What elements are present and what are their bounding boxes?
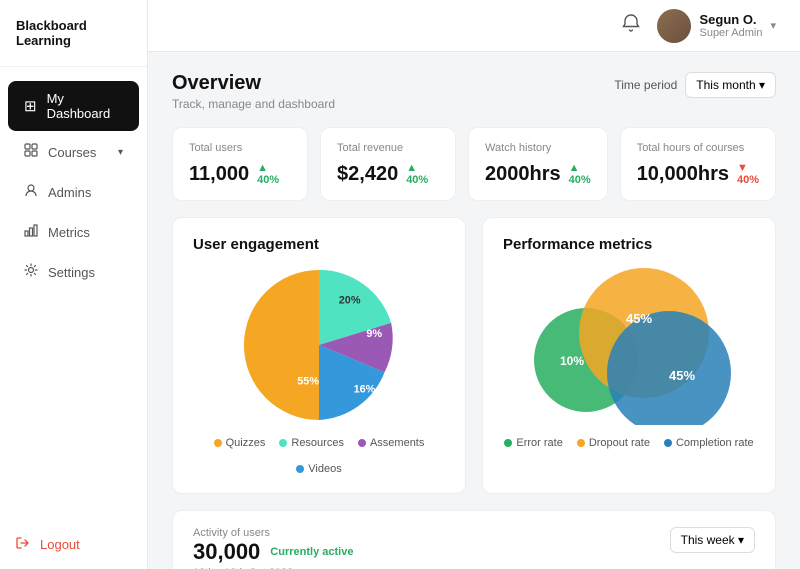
stat-badge: ▲ 40% xyxy=(406,162,439,186)
sidebar: Blackboard Learning ⊞ My Dashboard Cours… xyxy=(0,0,148,569)
sidebar-item-label: Admins xyxy=(48,185,91,200)
sidebar-item-admins[interactable]: Admins xyxy=(8,173,139,211)
activity-header: Activity of users 30,000 Currently activ… xyxy=(193,527,755,569)
user-name: Segun O. xyxy=(699,12,762,27)
logout-icon xyxy=(16,536,30,553)
time-period-button[interactable]: This month ▾ xyxy=(685,72,776,98)
stat-label: Total users xyxy=(189,142,291,154)
page-title: Overview xyxy=(172,72,335,95)
user-menu[interactable]: Segun O. Super Admin ▾ xyxy=(657,9,776,43)
legend-quizzes: Quizzes xyxy=(214,437,266,449)
legend-resources: Resources xyxy=(279,437,344,449)
legend-videos: Videos xyxy=(296,463,341,475)
metrics-icon xyxy=(24,223,38,241)
stat-card-watch-history: Watch history 2000hrs ▲ 40% xyxy=(468,127,608,201)
courses-icon xyxy=(24,143,38,161)
pie-chart-wrap: 55% 20% 9% 16% Quizzes Resources xyxy=(193,265,445,475)
pie-legend: Quizzes Resources Assements Videos xyxy=(193,437,445,475)
time-period-label: Time period xyxy=(614,78,677,92)
performance-metrics-card: Performance metrics 10% 45% 45% xyxy=(482,217,776,494)
venn-chart-wrap: 10% 45% 45% Error rate Dropout rate xyxy=(503,265,755,449)
logout-button[interactable]: Logout xyxy=(0,520,147,569)
legend-dropout-rate: Dropout rate xyxy=(577,437,650,449)
sidebar-item-dashboard[interactable]: ⊞ My Dashboard xyxy=(8,81,139,131)
svg-text:45%: 45% xyxy=(626,311,652,326)
chevron-down-icon: ▾ xyxy=(118,147,123,158)
pie-chart: 55% 20% 9% 16% xyxy=(239,265,399,425)
settings-icon xyxy=(24,263,38,281)
stat-card-total-users: Total users 11,000 ▲ 40% xyxy=(172,127,308,201)
dashboard-icon: ⊞ xyxy=(24,97,37,115)
legend-error-rate: Error rate xyxy=(504,437,562,449)
user-menu-chevron-icon: ▾ xyxy=(770,19,776,32)
admins-icon xyxy=(24,183,38,201)
svg-text:10%: 10% xyxy=(560,354,584,368)
activity-badge: Currently active xyxy=(270,546,353,558)
stat-card-revenue: Total revenue $2,420 ▲ 40% xyxy=(320,127,456,201)
page-subtitle: Track, manage and dashboard xyxy=(172,97,335,111)
svg-text:45%: 45% xyxy=(669,368,695,383)
sidebar-nav: ⊞ My Dashboard Courses ▾ Admins Metrics xyxy=(0,67,147,520)
stat-value: 11,000 xyxy=(189,163,249,186)
this-week-button[interactable]: This week ▾ xyxy=(670,527,755,553)
activity-section: Activity of users 30,000 Currently activ… xyxy=(172,510,776,569)
topbar: Segun O. Super Admin ▾ xyxy=(148,0,800,52)
sidebar-item-label: Courses xyxy=(48,145,96,160)
charts-row: User engagement xyxy=(172,217,776,494)
svg-text:55%: 55% xyxy=(297,376,319,388)
venn-diagram: 10% 45% 45% xyxy=(514,265,744,425)
sidebar-item-settings[interactable]: Settings xyxy=(8,253,139,291)
sidebar-item-metrics[interactable]: Metrics xyxy=(8,213,139,251)
page-content: Overview Track, manage and dashboard Tim… xyxy=(148,52,800,569)
main-content: Segun O. Super Admin ▾ Overview Track, m… xyxy=(148,0,800,569)
stat-cards: Total users 11,000 ▲ 40% Total revenue $… xyxy=(172,127,776,201)
notification-bell-icon[interactable] xyxy=(621,13,641,38)
activity-meta: Activity of users xyxy=(193,527,353,539)
svg-text:9%: 9% xyxy=(366,328,382,340)
stat-value: 10,000hrs xyxy=(637,163,729,186)
logout-label: Logout xyxy=(40,537,80,552)
logo: Blackboard Learning xyxy=(0,0,147,67)
sidebar-item-label: My Dashboard xyxy=(47,91,123,121)
legend-assessments: Assements xyxy=(358,437,424,449)
sidebar-item-courses[interactable]: Courses ▾ xyxy=(8,133,139,171)
activity-value: 30,000 xyxy=(193,539,260,565)
legend-completion-rate: Completion rate xyxy=(664,437,754,449)
venn-legend: Error rate Dropout rate Completion rate xyxy=(504,437,753,449)
chart-title: User engagement xyxy=(193,236,445,253)
stat-card-course-hours: Total hours of courses 10,000hrs ▼ 40% xyxy=(620,127,776,201)
chart-title: Performance metrics xyxy=(503,236,755,253)
user-engagement-card: User engagement xyxy=(172,217,466,494)
svg-text:16%: 16% xyxy=(354,383,376,395)
stat-badge: ▲ 40% xyxy=(257,162,291,186)
stat-badge: ▼ 40% xyxy=(737,162,759,186)
stat-label: Total hours of courses xyxy=(637,142,759,154)
stat-value: $2,420 xyxy=(337,163,398,186)
page-header: Overview Track, manage and dashboard Tim… xyxy=(172,72,776,111)
avatar xyxy=(657,9,691,43)
time-period-wrap: Time period This month ▾ xyxy=(614,72,776,98)
stat-label: Watch history xyxy=(485,142,591,154)
sidebar-item-label: Settings xyxy=(48,265,95,280)
stat-label: Total revenue xyxy=(337,142,439,154)
stat-badge: ▲ 40% xyxy=(569,162,591,186)
stat-value: 2000hrs xyxy=(485,163,561,186)
user-role: Super Admin xyxy=(699,27,762,39)
svg-text:20%: 20% xyxy=(339,295,361,307)
sidebar-item-label: Metrics xyxy=(48,225,90,240)
